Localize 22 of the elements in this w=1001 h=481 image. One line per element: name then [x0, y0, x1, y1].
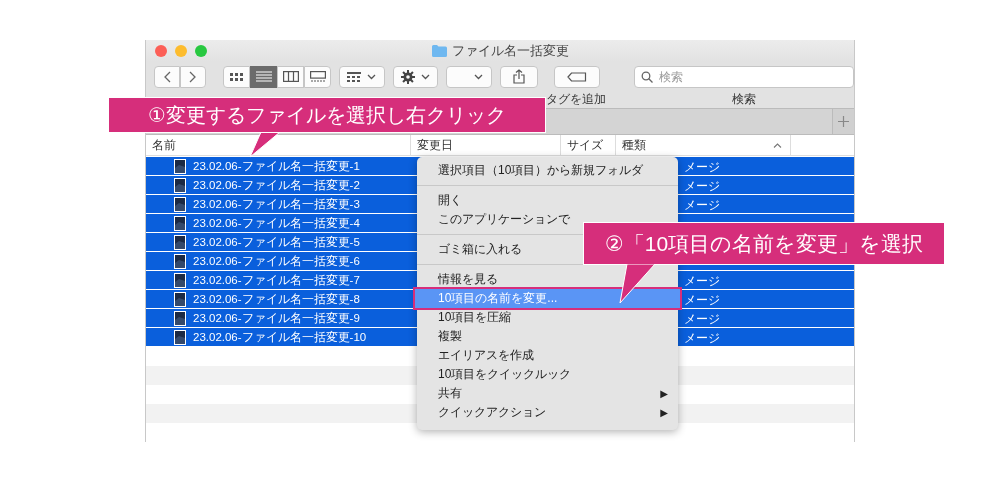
- file-kind: メージ: [684, 159, 720, 174]
- file-name: 23.02.06-ファイル名一括変更-9: [193, 310, 360, 326]
- submenu-arrow: ▶: [660, 388, 668, 399]
- file-kind: メージ: [684, 197, 720, 212]
- file-name: 23.02.06-ファイル名一括変更-6: [193, 253, 360, 269]
- file-name: 23.02.06-ファイル名一括変更-1: [193, 158, 360, 174]
- file-kind: メージ: [684, 178, 720, 193]
- file-name: 23.02.06-ファイル名一括変更-5: [193, 234, 360, 250]
- file-kind: メージ: [684, 273, 720, 288]
- submenu-arrow: ▶: [660, 407, 668, 418]
- toolbar-label: タグを追加: [546, 90, 606, 108]
- file-kind: メージ: [684, 292, 720, 307]
- toolbar-label: 検索: [732, 90, 756, 108]
- file-kind: メージ: [684, 311, 720, 326]
- file-name: 23.02.06-ファイル名一括変更-8: [193, 291, 360, 307]
- file-name: 23.02.06-ファイル名一括変更-2: [193, 177, 360, 193]
- file-name: 23.02.06-ファイル名一括変更-4: [193, 215, 360, 231]
- file-name: 23.02.06-ファイル名一括変更-3: [193, 196, 360, 212]
- file-name: 23.02.06-ファイル名一括変更-10: [193, 329, 367, 345]
- file-kind: メージ: [684, 330, 720, 345]
- window-title: ファイル名一括変更: [451, 42, 569, 60]
- file-name: 23.02.06-ファイル名一括変更-7: [193, 272, 360, 288]
